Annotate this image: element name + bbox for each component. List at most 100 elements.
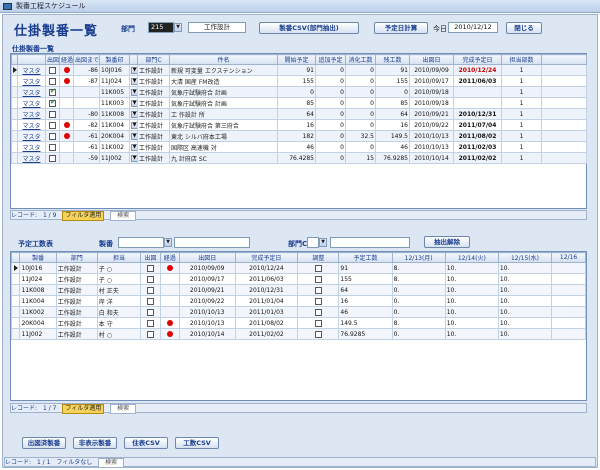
form-record-position[interactable]: 1 / 1 <box>37 459 50 467</box>
lower-col-header[interactable]: 出図 <box>140 252 161 263</box>
issued-checkbox-cell[interactable] <box>45 119 60 131</box>
dept-filter-field[interactable] <box>330 237 410 248</box>
day4-hours-cell[interactable] <box>551 295 586 307</box>
upper-col-header[interactable]: 製番印 <box>99 54 130 65</box>
upper-record-position[interactable]: 1 / 9 <box>43 212 56 220</box>
form-search-box[interactable]: 検索 <box>98 458 125 468</box>
upper-table-row[interactable]: マスタ -80 11K008 ▼ 工作設計工 作設計 所 64 0 0 64 2010/09/21… <box>11 108 587 120</box>
issued-checkbox[interactable] <box>146 264 154 272</box>
issued-checkbox[interactable] <box>146 330 154 338</box>
upper-col-header[interactable]: 経過 <box>59 54 74 65</box>
upper-filter-toggle[interactable]: フィルタ適用 <box>62 211 105 221</box>
day3-hours-cell[interactable]: 10. <box>497 306 553 318</box>
dept-cell[interactable]: 工作設計 <box>137 141 170 153</box>
adjust-checkbox-cell[interactable] <box>297 306 340 318</box>
dept-cell[interactable]: 工作設計 <box>137 86 170 98</box>
lower-filter-toggle[interactable]: フィルタ適用 <box>62 404 105 414</box>
upper-search-box[interactable]: 検索 <box>110 211 137 221</box>
issued-checkbox[interactable] <box>49 121 56 129</box>
dept-cell[interactable]: 工作設計 <box>137 97 170 109</box>
issued-checkbox-cell[interactable] <box>140 295 161 307</box>
issued-checkbox-cell[interactable] <box>45 75 60 87</box>
dept-cell[interactable]: 工作設計 <box>137 75 170 87</box>
seiban-filter-select[interactable] <box>118 237 164 248</box>
row-selector[interactable] <box>10 262 21 274</box>
seiban-dropdown-icon[interactable]: ▼ <box>131 88 137 96</box>
day2-hours-cell[interactable]: 10. <box>444 284 499 296</box>
seiban-dropdown-cell[interactable]: ▼ <box>129 141 138 153</box>
upper-col-header[interactable]: 担当部数 <box>501 54 542 65</box>
master-button[interactable]: マスタ <box>17 130 46 142</box>
lower-col-header[interactable]: 経過 <box>159 252 180 263</box>
seiban-dropdown-cell[interactable]: ▼ <box>129 97 138 109</box>
lower-col-header[interactable]: 製番 <box>19 252 57 263</box>
dept-cell[interactable]: 工作設計 <box>137 119 170 131</box>
lower-table-row[interactable]: 20K004 工作設計本 守 2010/10/13 2011/08/02 149.5 8.… <box>10 317 586 329</box>
issued-checkbox[interactable] <box>49 143 56 151</box>
issued-checkbox-cell[interactable] <box>140 273 161 285</box>
upper-col-header[interactable]: 出図 <box>45 54 60 65</box>
row-selector[interactable] <box>10 306 21 318</box>
day3-hours-cell[interactable]: 10. <box>497 273 553 285</box>
issued-checkbox[interactable] <box>49 99 56 107</box>
adjust-checkbox[interactable] <box>314 286 322 294</box>
day2-hours-cell[interactable]: 10. <box>444 328 499 340</box>
adjust-checkbox-cell[interactable] <box>297 273 340 285</box>
seiban-dropdown-icon[interactable]: ▼ <box>131 154 137 162</box>
row-selector[interactable] <box>10 328 21 340</box>
upper-col-header[interactable] <box>17 54 46 65</box>
seiban-dropdown-icon[interactable]: ▼ <box>131 121 137 129</box>
adjust-checkbox[interactable] <box>314 330 322 338</box>
lower-col-header[interactable]: 12/14(火) <box>444 252 499 263</box>
seiban-dropdown-cell[interactable]: ▼ <box>129 119 138 131</box>
adjust-checkbox-cell[interactable] <box>297 284 340 296</box>
issued-checkbox[interactable] <box>146 275 154 283</box>
issued-checkbox-cell[interactable] <box>140 317 161 329</box>
day2-hours-cell[interactable]: 10. <box>444 273 499 285</box>
day3-hours-cell[interactable]: 10. <box>497 262 553 274</box>
form-filter-toggle[interactable]: フィルタなし <box>56 459 92 467</box>
upper-table-row[interactable]: マスタ -86 10J016 ▼ 工作設計 新規 可変量 エクステンション 91 0 0 91 20… <box>11 64 587 76</box>
day2-hours-cell[interactable]: 10. <box>444 295 499 307</box>
seiban-dropdown-cell[interactable]: ▼ <box>129 130 138 142</box>
day1-hours-cell[interactable]: 8. <box>391 262 446 274</box>
upper-col-header[interactable]: 件名 <box>169 54 278 65</box>
adjust-checkbox[interactable] <box>314 297 322 305</box>
seiban-dropdown-icon[interactable]: ▼ <box>131 77 137 85</box>
lower-record-position[interactable]: 1 / 7 <box>43 405 56 413</box>
lower-col-header[interactable]: 12/16 <box>551 252 586 263</box>
seiban-dropdown-icon[interactable]: ▼ <box>131 99 137 107</box>
day4-hours-cell[interactable] <box>551 262 586 274</box>
master-button[interactable]: マスタ <box>17 119 46 131</box>
seiban-dropdown-cell[interactable]: ▼ <box>129 108 138 120</box>
dept-cell[interactable]: 工作設計 <box>137 130 170 142</box>
seiban-dropdown-icon[interactable]: ▼ <box>131 110 137 118</box>
lower-col-header[interactable]: 完成予定日 <box>234 252 299 263</box>
issued-checkbox-cell[interactable] <box>45 97 60 109</box>
adjust-checkbox-cell[interactable] <box>297 317 340 329</box>
upper-col-header[interactable]: 追加予定 <box>315 54 346 65</box>
row-selector[interactable] <box>10 284 21 296</box>
lower-col-header[interactable]: 12/13(月) <box>391 252 446 263</box>
hidden-seiban-button[interactable]: 非表示製番 <box>73 437 117 449</box>
adjust-checkbox[interactable] <box>314 308 322 316</box>
master-button[interactable]: マスタ <box>17 141 46 153</box>
dept-filter-select[interactable] <box>307 237 319 248</box>
day3-hours-cell[interactable]: 10. <box>497 295 553 307</box>
issued-checkbox-cell[interactable] <box>45 130 60 142</box>
issued-checkbox[interactable] <box>49 154 56 162</box>
day1-hours-cell[interactable]: 0. <box>391 328 446 340</box>
adjust-checkbox-cell[interactable] <box>297 262 340 274</box>
day1-hours-cell[interactable]: 0. <box>391 306 446 318</box>
master-button[interactable]: マスタ <box>17 75 46 87</box>
upper-col-header[interactable] <box>129 54 138 65</box>
close-button[interactable]: 閉じる <box>506 22 542 34</box>
day1-hours-cell[interactable]: 8. <box>391 317 446 329</box>
day3-hours-cell[interactable]: 10. <box>497 284 553 296</box>
issued-checkbox-cell[interactable] <box>140 262 161 274</box>
upper-table-row[interactable]: マスタ11K003▼工作設計気象庁試験府合 計画8500852010/09/18… <box>11 97 587 109</box>
day3-hours-cell[interactable]: 10. <box>497 317 553 329</box>
master-button[interactable]: マスタ <box>17 152 46 164</box>
upper-col-header[interactable]: 完成予定日 <box>453 54 502 65</box>
seiban-dropdown-icon[interactable]: ▼ <box>131 66 137 74</box>
